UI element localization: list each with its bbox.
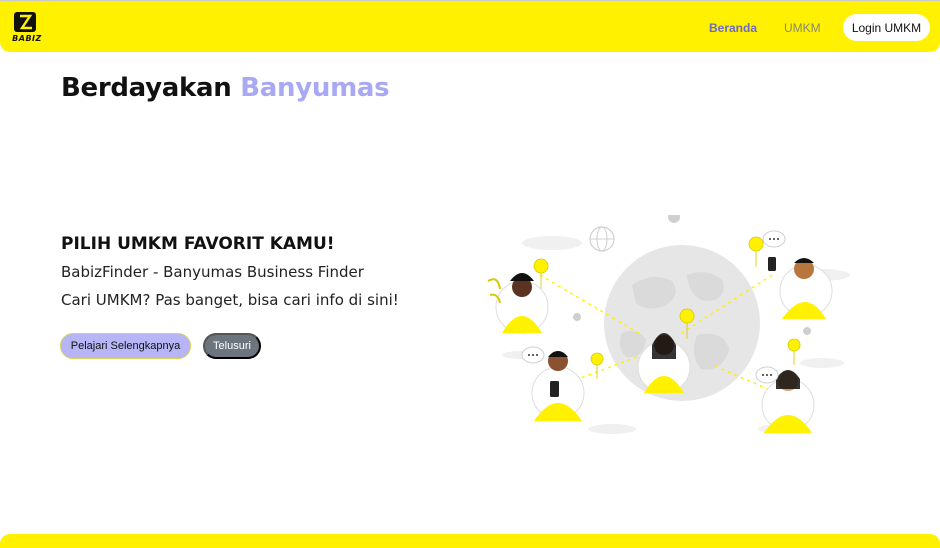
hero-subtitle: BabizFinder - Banyumas Business Finder (61, 263, 364, 281)
hero-title-main: Berdayakan (61, 73, 232, 103)
bottom-bar (0, 534, 940, 548)
top-navbar: BABIZ Beranda UMKM Login UMKM (0, 0, 940, 52)
hero-illustration (482, 211, 872, 445)
hero-title: Berdayakan Banyumas (61, 73, 390, 103)
babiz-logo[interactable]: BABIZ (6, 12, 48, 46)
nav-link-beranda[interactable]: Beranda (709, 21, 757, 35)
people-globe-illustration (487, 211, 850, 434)
logo-text: BABIZ (12, 34, 42, 43)
browse-button[interactable]: Telusuri (203, 333, 261, 359)
learn-more-button[interactable]: Pelajari Selengkapnya (60, 333, 191, 359)
hero-tagline: Cari UMKM? Pas banget, bisa cari info di… (61, 291, 399, 309)
nav-link-umkm[interactable]: UMKM (784, 21, 821, 35)
section-heading: PILIH UMKM FAVORIT KAMU! (61, 234, 335, 254)
hero-title-accent: Banyumas (240, 73, 390, 103)
login-umkm-button[interactable]: Login UMKM (843, 14, 930, 41)
logo-mark-icon (14, 12, 36, 32)
